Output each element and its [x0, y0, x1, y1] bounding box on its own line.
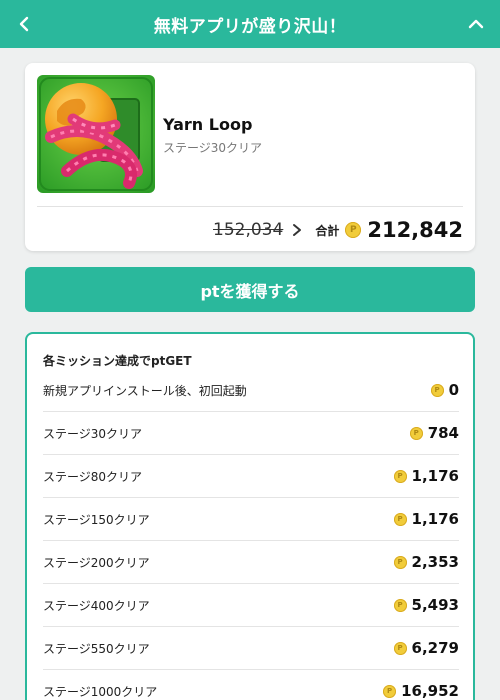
mission-label: ステージ400クリア: [43, 598, 150, 613]
mission-reward: P 784: [409, 424, 459, 442]
mission-points: 2,353: [411, 553, 459, 571]
mission-reward: P 2,353: [393, 553, 459, 571]
mission-row: ステージ200クリア P 2,353: [43, 541, 459, 584]
mission-reward: P 5,493: [393, 596, 459, 614]
mission-row: 新規アプリインストール後、初回起動 P 0: [43, 369, 459, 412]
mission-label: ステージ550クリア: [43, 641, 150, 656]
mission-row: ステージ30クリア P 784: [43, 412, 459, 455]
get-points-button[interactable]: ptを獲得する: [25, 267, 475, 312]
chevron-up-icon: [468, 19, 484, 29]
mission-list: 各ミッション達成でptGET 新規アプリインストール後、初回起動 P 0 ステー…: [25, 332, 475, 700]
mission-label: ステージ150クリア: [43, 512, 150, 527]
page-title: 無料アプリが盛り沢山！: [153, 16, 347, 37]
mission-row: ステージ1000クリア P 16,952: [43, 670, 459, 700]
mission-reward: P 1,176: [393, 467, 459, 485]
mission-reward: P 0: [430, 381, 459, 399]
mission-points: 5,493: [411, 596, 459, 614]
mission-label: ステージ200クリア: [43, 555, 150, 570]
mission-row: ステージ80クリア P 1,176: [43, 455, 459, 498]
yarn-loop-app-icon: [37, 75, 155, 193]
mission-reward: P 1,176: [393, 510, 459, 528]
mission-points: 1,176: [411, 510, 459, 528]
app-name: Yarn Loop: [163, 115, 253, 134]
total-points: 212,842: [367, 218, 463, 242]
divider: [37, 206, 463, 207]
coin-icon: P: [393, 598, 407, 612]
coin-icon: P: [345, 222, 362, 238]
mission-points: 16,952: [401, 682, 459, 700]
coin-icon: P: [393, 469, 407, 483]
previous-points: 152,034: [213, 220, 284, 240]
chevron-left-icon: [19, 16, 29, 32]
mission-list-title: 各ミッション達成でptGET: [43, 354, 192, 368]
mission-reward: P 16,952: [383, 682, 459, 700]
mission-reward: P 6,279: [393, 639, 459, 657]
app-card: Yarn Loop ステージ30クリア 152,034 合計 P 212,842: [25, 63, 475, 251]
mission-row: ステージ550クリア P 6,279: [43, 627, 459, 670]
mission-label: ステージ1000クリア: [43, 684, 158, 699]
coin-icon: P: [430, 383, 444, 397]
coin-icon: P: [393, 512, 407, 526]
chevron-right-icon: [289, 222, 305, 238]
coin-icon: P: [383, 684, 397, 698]
coin-icon: P: [393, 555, 407, 569]
mission-row: ステージ400クリア P 5,493: [43, 584, 459, 627]
back-button[interactable]: [12, 12, 36, 36]
top-bar: 無料アプリが盛り沢山！: [0, 0, 500, 48]
points-summary: 152,034 合計 P 212,842: [213, 215, 463, 245]
coin-icon: P: [409, 426, 423, 440]
mission-row: ステージ150クリア P 1,176: [43, 498, 459, 541]
total-label: 合計: [315, 223, 340, 238]
mission-label: ステージ30クリア: [43, 426, 143, 441]
mission-points: 0: [448, 381, 459, 399]
mission-points: 6,279: [411, 639, 459, 657]
app-icon: [37, 75, 155, 193]
mission-label: ステージ80クリア: [43, 469, 143, 484]
app-status: ステージ30クリア: [163, 141, 263, 155]
mission-points: 784: [427, 424, 459, 442]
coin-icon: P: [393, 641, 407, 655]
collapse-button[interactable]: [464, 12, 488, 36]
mission-label: 新規アプリインストール後、初回起動: [43, 383, 247, 398]
mission-points: 1,176: [411, 467, 459, 485]
